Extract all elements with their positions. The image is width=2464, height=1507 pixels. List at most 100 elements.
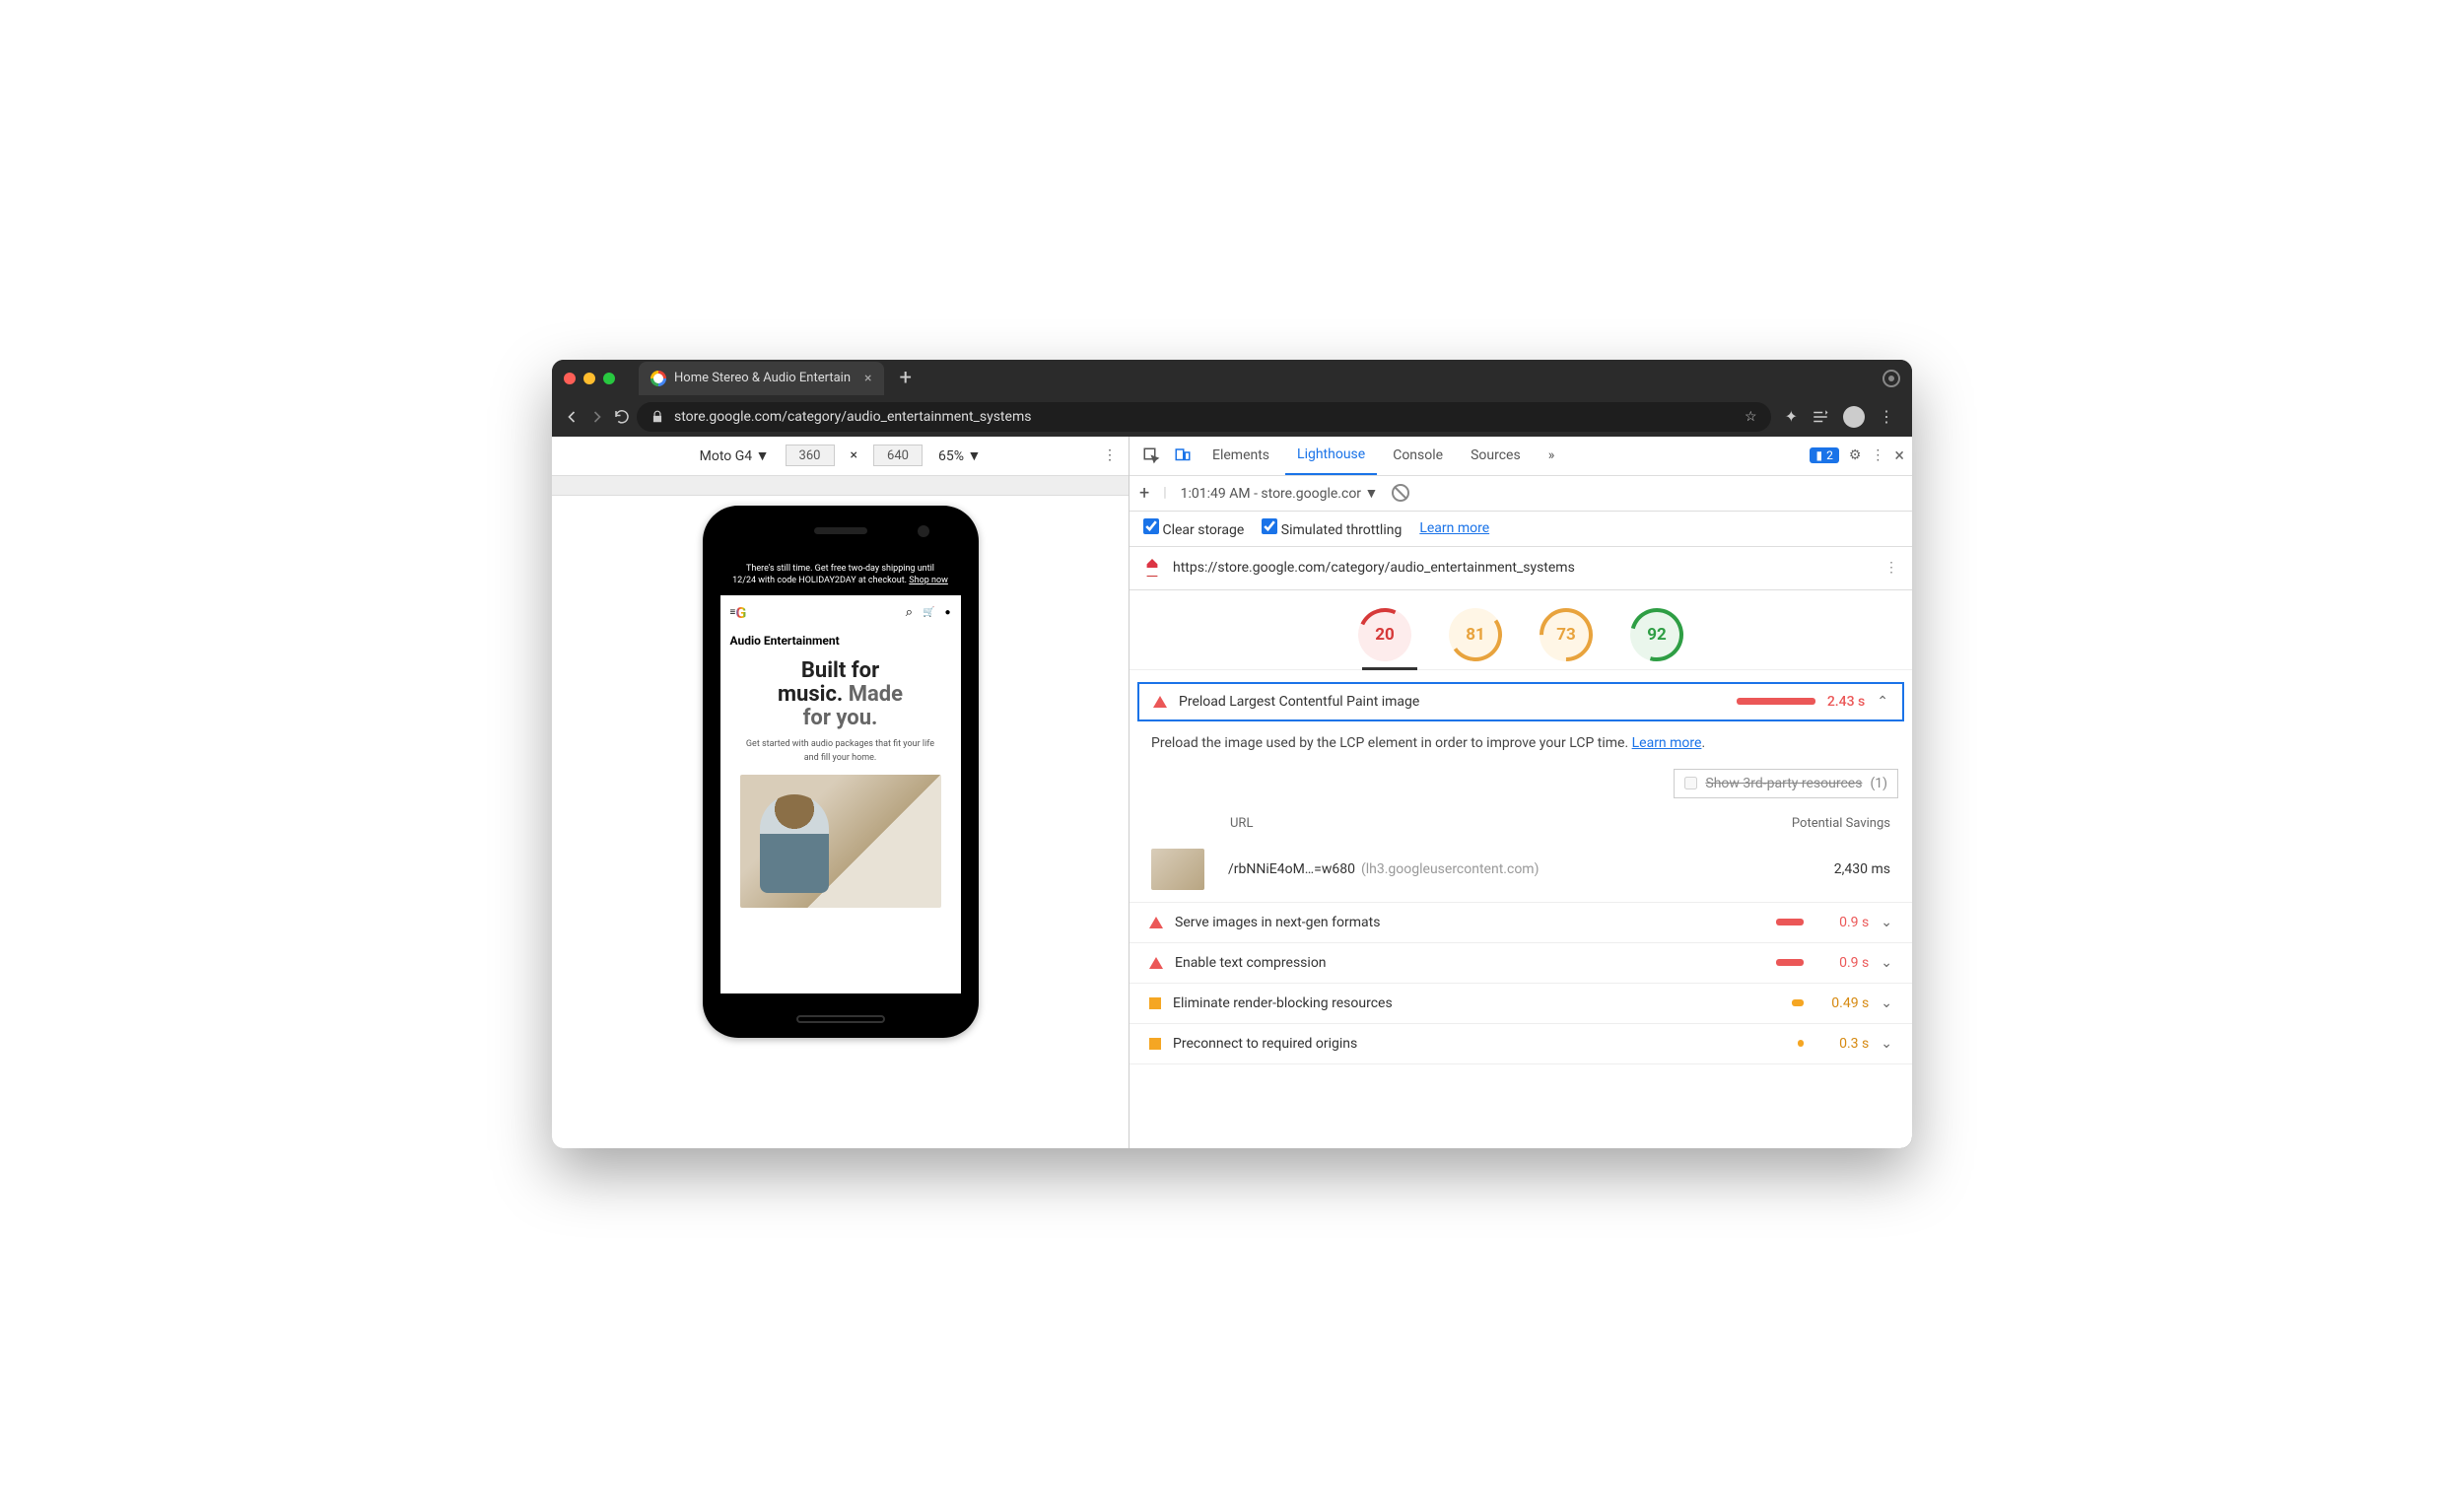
- audit-row[interactable]: Eliminate render-blocking resources0.49 …: [1129, 984, 1912, 1024]
- audit-row-title: Enable text compression: [1175, 955, 1764, 971]
- url-text: store.google.com/category/audio_entertai…: [674, 409, 1031, 425]
- browser-tab[interactable]: Home Stereo & Audio Entertain ×: [639, 362, 884, 395]
- audit-learn-more-link[interactable]: Learn more: [1632, 735, 1702, 751]
- chevron-up-icon[interactable]: ⌃: [1877, 694, 1888, 710]
- audit-description: Preload the image used by the LCP elemen…: [1129, 721, 1912, 765]
- profile-avatar-icon[interactable]: [1843, 406, 1865, 428]
- chevron-down-icon[interactable]: ⌄: [1881, 955, 1892, 971]
- fail-triangle-icon: [1153, 696, 1167, 708]
- fail-triangle-icon: [1149, 917, 1163, 928]
- new-tab-button[interactable]: +: [900, 366, 912, 390]
- learn-more-link[interactable]: Learn more: [1419, 520, 1489, 536]
- audit-row-bar: [1798, 1040, 1804, 1047]
- hero-image: [740, 775, 941, 908]
- audit-row-bar: [1792, 999, 1804, 1006]
- audit-value: 2.43 s: [1827, 694, 1865, 710]
- col-url: URL: [1230, 816, 1752, 831]
- cart-icon[interactable]: 🛒: [923, 607, 934, 618]
- close-tab-icon[interactable]: ×: [864, 371, 871, 386]
- device-mode-icon[interactable]: [1169, 442, 1197, 469]
- settings-icon[interactable]: ⚙: [1849, 447, 1862, 463]
- audit-row[interactable]: Enable text compression 0.9 s ⌄: [1129, 943, 1912, 984]
- search-icon[interactable]: ⌕: [906, 605, 913, 620]
- reload-icon[interactable]: [613, 408, 631, 426]
- resource-savings: 2,430 ms: [1834, 861, 1890, 877]
- promo-banner: There's still time. Get free two-day shi…: [720, 555, 961, 595]
- banner-link[interactable]: Shop now: [909, 576, 948, 585]
- audit-row[interactable]: Preconnect to required origins 0.3 s ⌄: [1129, 1024, 1912, 1064]
- back-icon[interactable]: [562, 407, 582, 427]
- extensions-icon[interactable]: ✦: [1785, 407, 1798, 426]
- phone-screen[interactable]: There's still time. Get free two-day shi…: [720, 555, 961, 993]
- lock-icon: [650, 410, 664, 424]
- report-select[interactable]: 1:01:49 AM - store.google.cor ▼: [1181, 485, 1379, 502]
- device-viewport: There's still time. Get free two-day shi…: [552, 476, 1129, 1148]
- page-title: Audio Entertainment: [720, 630, 961, 651]
- audit-preload-lcp[interactable]: Preload Largest Contentful Paint image 2…: [1137, 682, 1904, 721]
- audit-row-title: Serve images in next-gen formats: [1175, 915, 1764, 930]
- resource-table-header: URL Potential Savings: [1129, 810, 1912, 837]
- device-preview-pane: Moto G4 ▼ × 65% ▼ ⋮ There's still time. …: [552, 437, 1129, 1148]
- tab-elements[interactable]: Elements: [1200, 437, 1281, 475]
- guest-icon[interactable]: [1882, 370, 1900, 387]
- bookmark-icon[interactable]: ☆: [1745, 409, 1757, 425]
- audit-bar: [1737, 698, 1815, 705]
- resource-host: (lh3.googleusercontent.com): [1361, 861, 1539, 877]
- issues-badge[interactable]: ▮ 2: [1810, 447, 1838, 463]
- forward-icon[interactable]: [587, 407, 607, 427]
- tab-lighthouse[interactable]: Lighthouse: [1285, 437, 1377, 475]
- viewport-height-input[interactable]: [873, 445, 923, 466]
- tab-console[interactable]: Console: [1381, 437, 1455, 475]
- google-logo-icon[interactable]: G: [735, 603, 746, 622]
- chevron-down-icon[interactable]: ⌄: [1881, 1036, 1892, 1052]
- warn-square-icon: [1149, 1038, 1161, 1050]
- account-icon[interactable]: ●: [944, 607, 950, 618]
- tab-more[interactable]: »: [1537, 437, 1567, 475]
- viewport-width-input[interactable]: [786, 445, 835, 466]
- resource-thumb-icon: [1151, 849, 1204, 890]
- reading-list-icon[interactable]: [1812, 408, 1829, 426]
- audit-row-title: Preconnect to required origins: [1173, 1036, 1786, 1052]
- maximize-window-icon[interactable]: [603, 373, 615, 384]
- gauge-performance[interactable]: 20: [1358, 608, 1411, 661]
- url-input[interactable]: store.google.com/category/audio_entertai…: [637, 402, 1771, 432]
- zoom-select[interactable]: 65% ▼: [938, 447, 981, 464]
- clear-icon[interactable]: [1392, 484, 1409, 502]
- third-party-toggle[interactable]: Show 3rd-party resources (1): [1674, 769, 1898, 798]
- devtools-menu-icon[interactable]: ⋮: [1871, 447, 1884, 463]
- gauge-seo[interactable]: 92: [1630, 608, 1683, 661]
- content-area: Moto G4 ▼ × 65% ▼ ⋮ There's still time. …: [552, 437, 1912, 1148]
- minimize-window-icon[interactable]: [583, 373, 595, 384]
- device-menu-icon[interactable]: ⋮: [1103, 447, 1117, 463]
- close-window-icon[interactable]: [564, 373, 576, 384]
- third-party-checkbox: [1684, 777, 1697, 789]
- new-report-button[interactable]: +: [1139, 483, 1149, 504]
- audit-row-bar: [1776, 959, 1804, 966]
- phone-camera-icon: [918, 525, 929, 537]
- audit-row-value: 0.9 s: [1815, 915, 1869, 930]
- device-select[interactable]: Moto G4 ▼: [700, 447, 770, 464]
- audited-url: https://store.google.com/category/audio_…: [1173, 560, 1575, 576]
- report-menu-icon[interactable]: ⋮: [1884, 560, 1898, 576]
- browser-menu-icon[interactable]: ⋮: [1879, 407, 1894, 426]
- audit-row-value: 0.9 s: [1815, 955, 1869, 971]
- gauge-best-practices[interactable]: 73: [1540, 608, 1593, 661]
- audit-row-title: Eliminate render-blocking resources: [1173, 995, 1780, 1011]
- close-devtools-icon[interactable]: ×: [1894, 445, 1904, 466]
- lighthouse-subbar: + | 1:01:49 AM - store.google.cor ▼: [1129, 476, 1912, 512]
- devtools-pane: Elements Lighthouse Console Sources » ▮ …: [1129, 437, 1912, 1148]
- tab-sources[interactable]: Sources: [1459, 437, 1533, 475]
- clear-storage-checkbox[interactable]: Clear storage: [1143, 518, 1244, 538]
- resource-row[interactable]: /rbNNiE4oM…=w680 (lh3.googleusercontent.…: [1129, 837, 1912, 903]
- gauge-accessibility[interactable]: 81: [1449, 608, 1502, 661]
- store-header: ≡ G ⌕ 🛒 ●: [720, 595, 961, 630]
- audit-row[interactable]: Serve images in next-gen formats 0.9 s ⌄: [1129, 903, 1912, 943]
- audit-row-value: 0.3 s: [1815, 1036, 1869, 1052]
- inspect-icon[interactable]: [1137, 442, 1165, 469]
- chevron-down-icon[interactable]: ⌄: [1881, 915, 1892, 930]
- lighthouse-icon: [1143, 559, 1161, 577]
- lighthouse-options: Clear storage Simulated throttling Learn…: [1129, 512, 1912, 547]
- tab-title: Home Stereo & Audio Entertain: [674, 371, 851, 385]
- throttling-checkbox[interactable]: Simulated throttling: [1262, 518, 1402, 538]
- chevron-down-icon[interactable]: ⌄: [1881, 995, 1892, 1011]
